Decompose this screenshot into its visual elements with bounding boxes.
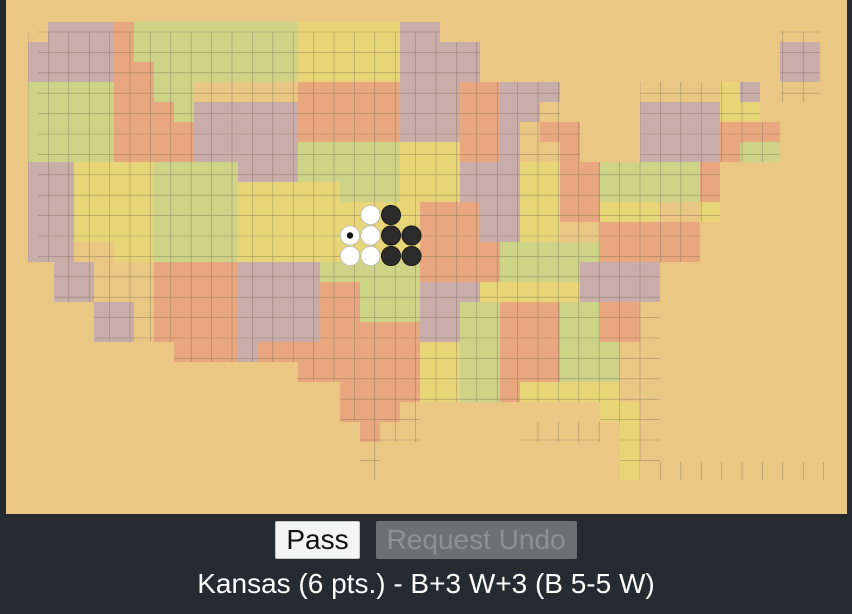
black-stone	[401, 225, 422, 246]
outside-map-16	[780, 102, 828, 162]
us-map-go-board[interactable]	[6, 0, 847, 514]
white-stone	[360, 245, 381, 266]
black-stone	[380, 225, 401, 246]
outside-map-9	[340, 422, 360, 480]
outside-map-11	[420, 402, 520, 442]
white-stone	[360, 204, 381, 225]
black-stone	[380, 204, 401, 225]
region-south-dakota	[298, 82, 400, 142]
region-indiana	[520, 162, 560, 242]
outside-map-3	[828, 0, 847, 514]
outside-map-22	[480, 22, 780, 82]
region-colorado	[238, 182, 340, 262]
region-ohio-east	[600, 162, 620, 202]
last-move-marker	[346, 232, 354, 239]
region-connecticut	[740, 142, 780, 162]
outside-map-13	[660, 262, 828, 462]
request-undo-button[interactable]: Request Undo	[375, 521, 577, 559]
outside-map-18	[600, 422, 620, 480]
outside-map-15	[720, 162, 828, 222]
outside-map-25	[760, 82, 780, 122]
us-map-board[interactable]	[6, 0, 847, 514]
region-new-york	[640, 102, 720, 162]
region-south-carolina	[600, 302, 640, 342]
outside-map-23	[440, 22, 480, 42]
outside-map-2	[6, 480, 847, 514]
white-stone	[360, 225, 381, 246]
white-stone	[339, 245, 360, 266]
outside-map-1	[6, 0, 28, 514]
outside-map-10	[380, 442, 620, 480]
outside-map-0	[6, 0, 847, 22]
region-maine	[780, 42, 820, 82]
outside-map-6	[94, 342, 174, 480]
outside-map-7	[174, 362, 298, 480]
controls-bar: Pass Request Undo	[0, 521, 852, 565]
status-line: Kansas (6 pts.) - B+3 W+3 (B 5-5 W)	[197, 568, 655, 599]
outside-map-20	[560, 82, 640, 122]
region-michigan	[540, 122, 580, 162]
region-mississippi	[460, 302, 500, 402]
outside-map-8	[298, 382, 340, 480]
pass-button[interactable]: Pass	[275, 521, 360, 559]
black-stone	[380, 245, 401, 266]
outside-map-12	[520, 402, 600, 422]
region-delaware	[700, 202, 720, 222]
region-louisiana	[420, 342, 460, 402]
black-stone	[401, 245, 422, 266]
outside-map-21	[580, 122, 640, 162]
region-utah	[154, 162, 238, 262]
outside-map-24	[820, 22, 828, 102]
outside-map-19	[640, 462, 660, 480]
region-oregon	[28, 82, 114, 162]
outside-map-4	[28, 262, 54, 480]
outside-map-5	[54, 302, 94, 480]
region-nevada	[74, 162, 154, 262]
outside-map-14	[700, 222, 828, 262]
